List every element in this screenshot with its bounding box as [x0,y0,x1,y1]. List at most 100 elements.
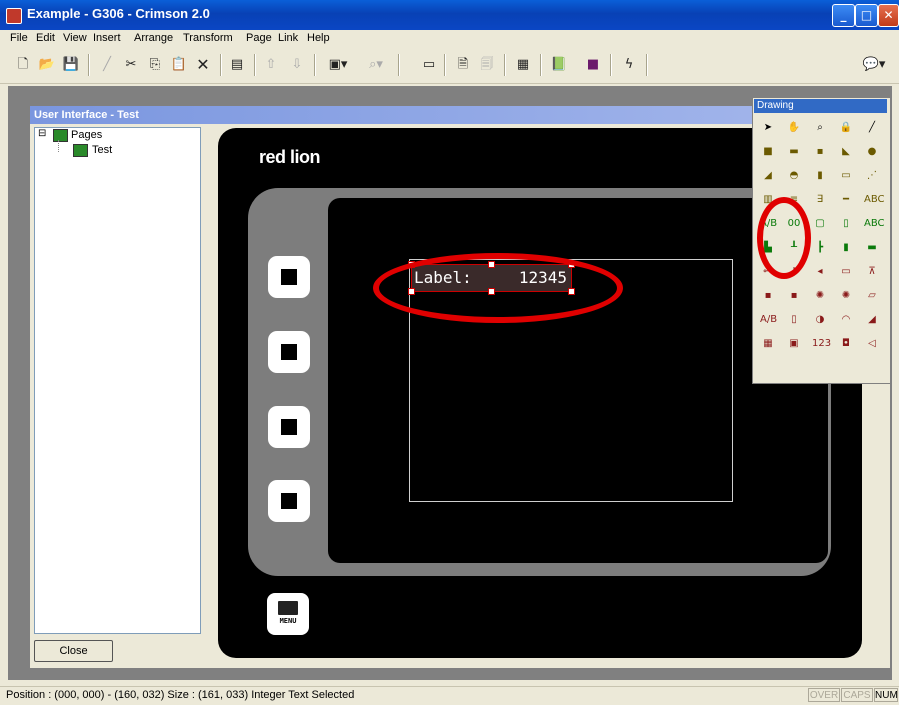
palette-tool-47[interactable]: 123 [812,336,831,352]
palette-tool-28[interactable]: ▮ [838,240,854,256]
save-icon[interactable]: 💾 [62,56,80,74]
indicator-caps: CAPS [841,688,873,702]
menu-arrange[interactable]: Arrange [134,32,173,44]
palette-tool-45[interactable]: ▦ [760,336,776,352]
copy-icon[interactable]: ⎘ [146,56,164,74]
tree-item-pages[interactable]: Pages [71,129,102,141]
frame-icon[interactable]: ▭ [420,56,438,74]
palette-tool-49[interactable]: ◁ [864,336,880,352]
palette-tool-43[interactable]: ◠ [838,312,854,328]
palette-tool-29[interactable]: ▬ [864,240,880,256]
palette-tool-3[interactable]: 🔒 [838,120,854,136]
new-icon[interactable]: 🗋 [14,56,32,74]
toolbar-separator [220,54,222,76]
palette-tool-33[interactable]: ▭ [838,264,854,280]
menu-file[interactable]: File [10,32,28,44]
palette-tool-0[interactable]: ➤ [760,120,776,136]
palette-title[interactable]: Drawing [754,99,887,113]
pages-tree[interactable] [34,127,201,634]
soft-key-4[interactable] [268,480,310,522]
menu-link[interactable]: Link [278,32,298,44]
palette-tool-19[interactable]: ABC [864,192,885,208]
palette-tool-17[interactable]: ∃ [812,192,828,208]
menu-key-icon [278,601,298,615]
chat-icon[interactable]: 💬▾ [858,56,890,74]
soft-key-1[interactable] [268,256,310,298]
menu-page[interactable]: Page [246,32,272,44]
collapse-icon[interactable]: ⊟ [38,129,46,139]
palette-tool-32[interactable]: ◂ [812,264,828,280]
palette-tool-48[interactable]: ◘ [838,336,854,352]
close-button[interactable]: Close [34,640,113,662]
toolbar-separator [398,54,400,76]
book-icon[interactable]: 📗 [550,56,568,74]
palette-tool-22[interactable]: ▢ [812,216,828,232]
pages-folder-icon [53,129,68,142]
soft-key-3[interactable] [268,406,310,448]
zoom-icon[interactable]: ⌕▾ [360,56,392,74]
palette-tool-6[interactable]: ▬ [786,144,802,160]
tree-item-test[interactable]: Test [92,144,112,156]
palette-tool-9[interactable]: ● [864,144,880,160]
open-icon[interactable]: 📂 [38,56,56,74]
palette-tool-41[interactable]: ▯ [786,312,802,328]
palette-tool-35[interactable]: ▪ [760,288,776,304]
menu-view[interactable]: View [63,32,87,44]
palette-tool-40[interactable]: A/B [760,312,777,328]
minimize-button[interactable]: _ [832,4,855,27]
properties-icon[interactable]: ▤ [228,56,246,74]
cut-icon[interactable]: ✂ [122,56,140,74]
palette-tool-7[interactable]: ▪ [812,144,828,160]
delete-icon[interactable]: ✕ [194,56,212,74]
up-arrow-icon[interactable]: ⇧ [262,56,280,74]
menu-help[interactable]: Help [307,32,330,44]
menu-key[interactable]: MENU [267,593,309,635]
lightning-icon[interactable]: ϟ [620,56,638,74]
palette-tool-11[interactable]: ◓ [786,168,802,184]
palette-tool-5[interactable]: ■ [760,144,776,160]
palette-tool-38[interactable]: ✺ [838,288,854,304]
palette-tool-14[interactable]: ⋰ [864,168,880,184]
menu-insert[interactable]: Insert [93,32,121,44]
palette-tool-8[interactable]: ◣ [838,144,854,160]
palette-icon[interactable]: ■ [584,56,602,74]
palette-tool-18[interactable]: ━ [838,192,854,208]
child-window-title[interactable]: User Interface - Test [30,106,865,124]
highlight-oval-palette [757,197,811,279]
menu-transform[interactable]: Transform [183,32,233,44]
toolbar-separator [314,54,316,76]
palette-tool-2[interactable]: ⌕ [812,120,828,136]
palette-tool-10[interactable]: ◢ [760,168,776,184]
palette-tool-44[interactable]: ◢ [864,312,880,328]
app-icon [6,8,22,24]
toolbar-separator [646,54,648,76]
palette-tool-1[interactable]: ✋ [786,120,802,136]
page-icon[interactable]: 🗎 [454,56,472,74]
palette-tool-39[interactable]: ▱ [864,288,880,304]
palette-tool-34[interactable]: ⊼ [864,264,880,280]
toolbar-separator [444,54,446,76]
menu-edit[interactable]: Edit [36,32,55,44]
down-arrow-icon[interactable]: ⇩ [288,56,306,74]
soft-key-2[interactable] [268,331,310,373]
palette-tool-24[interactable]: ABC [864,216,885,232]
maximize-button[interactable]: □ [855,4,878,27]
palette-tool-36[interactable]: ▪ [786,288,802,304]
paste-icon[interactable]: 📋 [170,56,188,74]
page2-icon[interactable]: 🗐 [478,56,496,74]
grid-icon[interactable]: ▦ [514,56,532,74]
close-window-button[interactable]: ✕ [878,4,899,27]
indicator-num: NUM [874,688,898,702]
palette-tool-27[interactable]: ┣ [812,240,828,256]
palette-tool-12[interactable]: ▮ [812,168,828,184]
palette-tool-37[interactable]: ✺ [812,288,828,304]
palette-tool-23[interactable]: ▯ [838,216,854,232]
fill-icon[interactable]: ▣▾ [322,56,354,74]
palette-tool-42[interactable]: ◑ [812,312,828,328]
palette-tool-46[interactable]: ▣ [786,336,802,352]
palette-tool-4[interactable]: ╱ [864,120,880,136]
pencil-icon[interactable]: ╱ [98,56,116,74]
toolbar-separator [504,54,506,76]
palette-tool-13[interactable]: ▭ [838,168,854,184]
highlight-oval-widget [373,253,623,323]
